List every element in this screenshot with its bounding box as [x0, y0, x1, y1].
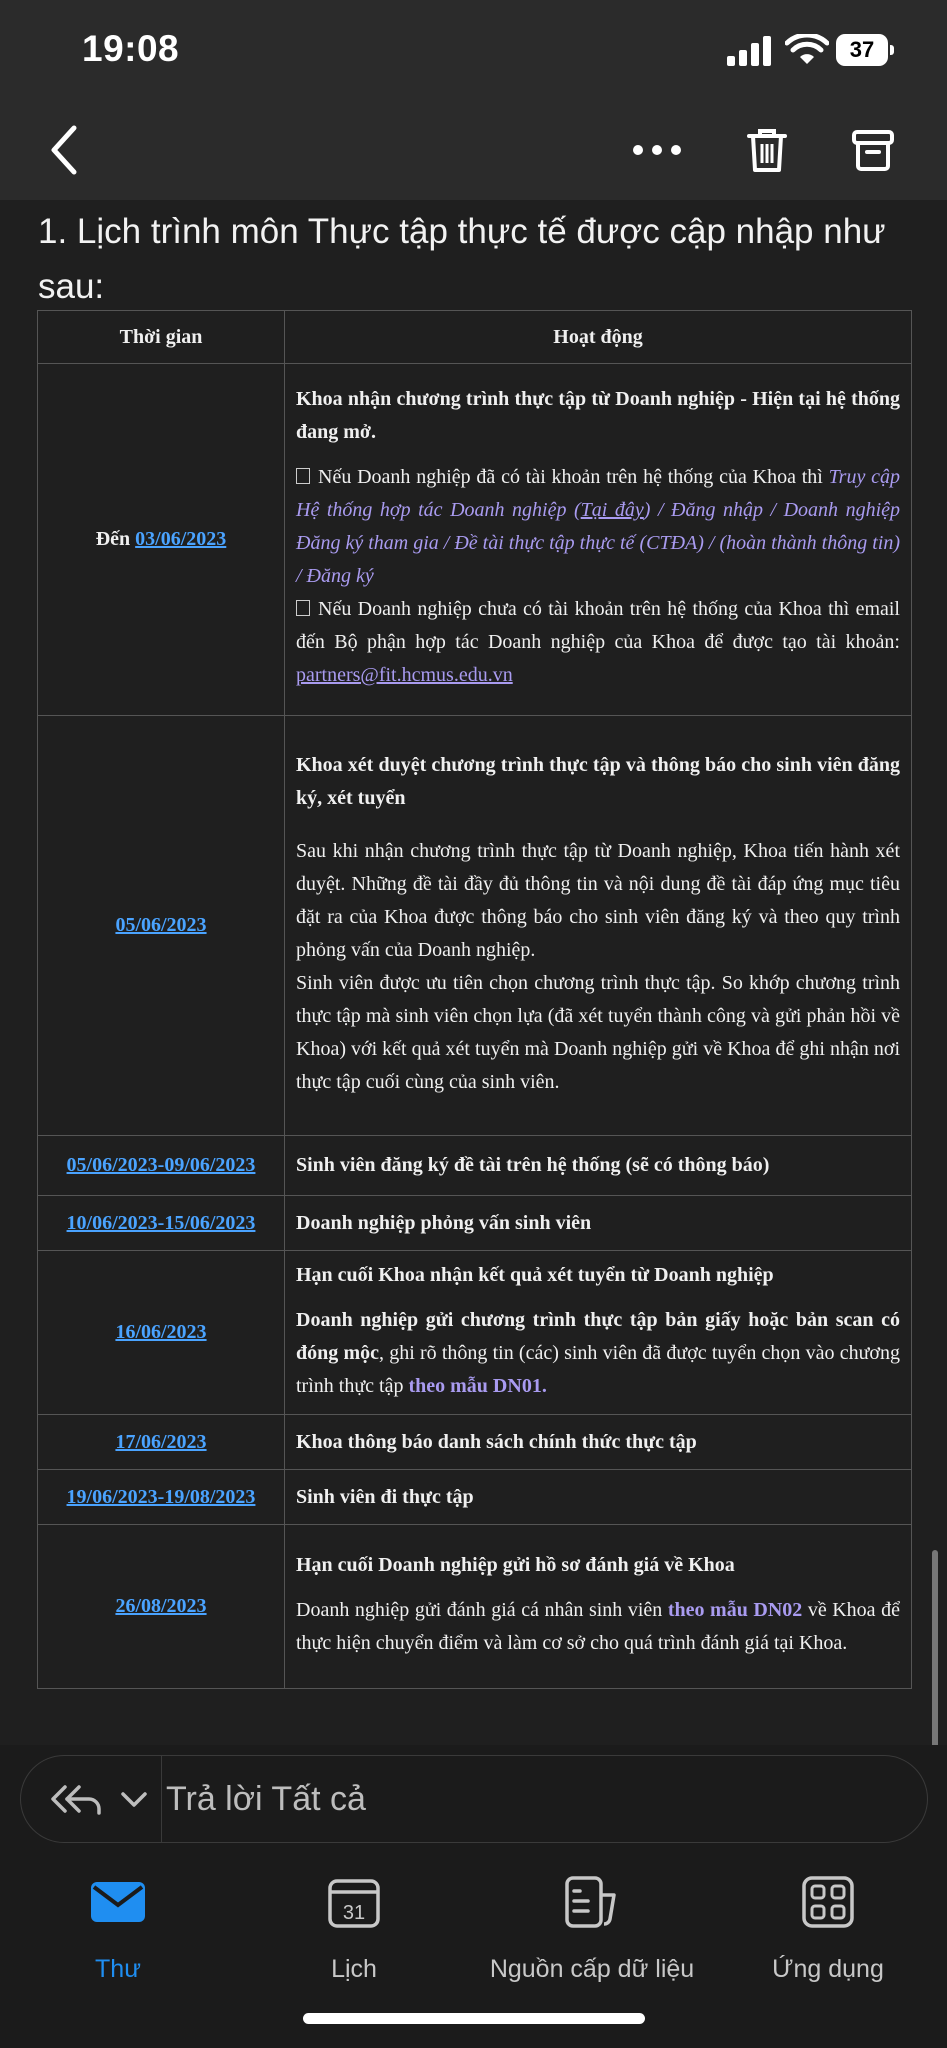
- reply-options-button[interactable]: [41, 1756, 162, 1842]
- archive-icon: [852, 130, 894, 171]
- calendar-icon: 31: [328, 1879, 380, 1928]
- tab-mail[interactable]: Thư: [18, 1875, 218, 1995]
- cellular-signal-icon: [727, 36, 771, 66]
- table-row: Đến 03/06/2023 Khoa nhận chương trình th…: [37, 363, 912, 716]
- schedule-table: Thời gian Hoạt động Đến 03/06/2023 Khoa …: [37, 310, 912, 1689]
- more-dots-icon: [633, 145, 681, 155]
- date-cell: 05/06/2023-09/06/2023: [37, 1135, 285, 1196]
- activity-cell: Khoa xét duyệt chương trình thực tập và …: [284, 715, 912, 1136]
- activity-title: Sinh viên đi thực tập: [296, 1485, 474, 1508]
- activity-paragraph: Sau khi nhận chương trình thực tập từ Do…: [296, 839, 900, 961]
- battery-icon: 37: [836, 34, 896, 66]
- table-row: 19/06/2023-19/08/2023 Sinh viên đi thực …: [37, 1469, 912, 1525]
- svg-text:31: 31: [343, 1902, 365, 1924]
- tab-feed[interactable]: Nguồn cấp dữ liệu: [490, 1875, 694, 1995]
- template-link[interactable]: theo mẫu DN01.: [408, 1375, 546, 1397]
- date-link[interactable]: 10/06/2023-15/06/2023: [67, 1212, 256, 1234]
- back-button[interactable]: [34, 100, 94, 200]
- body-text: Doanh nghiệp gửi đánh giá cá nhân sinh v…: [296, 1599, 668, 1621]
- apps-icon: [802, 1876, 854, 1928]
- date-cell: 19/06/2023-19/08/2023: [37, 1469, 285, 1525]
- table-row: 05/06/2023-09/06/2023 Sinh viên đăng ký …: [37, 1135, 912, 1196]
- tab-label: Thư: [95, 1955, 141, 1983]
- header-activity: Hoạt động: [284, 310, 912, 364]
- header-time: Thời gian: [37, 310, 285, 364]
- mail-toolbar: [0, 100, 947, 200]
- date-link[interactable]: 26/08/2023: [115, 1595, 206, 1617]
- bottom-area: Trả lời Tất cả Thư 31 Lịch Nguồn cấp dữ …: [0, 1745, 947, 2048]
- activity-cell: Khoa nhận chương trình thực tập từ Doanh…: [284, 363, 912, 716]
- activity-title: Doanh nghiệp phỏng vấn sinh viên: [296, 1211, 592, 1234]
- date-link[interactable]: 19/06/2023-19/08/2023: [67, 1486, 256, 1508]
- date-prefix: Đến: [95, 528, 136, 550]
- template-link[interactable]: theo mẫu DN02: [668, 1599, 802, 1621]
- wifi-icon: [785, 34, 829, 64]
- scrollbar[interactable]: [932, 1550, 938, 1745]
- activity-cell: Sinh viên đăng ký đề tài trên hệ thống (…: [284, 1135, 912, 1196]
- checkbox-glyph-icon: [296, 600, 310, 616]
- checkbox-glyph-icon: [296, 468, 310, 484]
- body-text: , ghi rõ thông tin (các) sinh viên đã đư…: [296, 1341, 900, 1397]
- here-link[interactable]: Tại đây: [581, 499, 644, 521]
- activity-cell: Doanh nghiệp phỏng vấn sinh viên: [284, 1195, 912, 1251]
- date-cell: 10/06/2023-15/06/2023: [37, 1195, 285, 1251]
- activity-cell: Khoa thông báo danh sách chính thức thực…: [284, 1414, 912, 1470]
- reply-all-icon: [51, 1785, 101, 1815]
- activity-title: Khoa xét duyệt chương trình thực tập và …: [296, 753, 900, 809]
- date-cell: 05/06/2023: [37, 715, 285, 1136]
- activity-cell: Hạn cuối Doanh nghiệp gửi hồ sơ đánh giá…: [284, 1524, 912, 1689]
- table-row: 10/06/2023-15/06/2023 Doanh nghiệp phỏng…: [37, 1195, 912, 1251]
- activity-paragraph: Sinh viên được ưu tiên chọn chương trình…: [296, 971, 900, 1093]
- tab-label: Ứng dụng: [772, 1955, 884, 1983]
- chevron-left-icon: [51, 125, 77, 175]
- table-header-row: Thời gian Hoạt động: [37, 310, 912, 364]
- activity-title: Hạn cuối Khoa nhận kết quả xét tuyển từ …: [296, 1263, 774, 1286]
- email-body: 1. Lịch trình môn Thực tập thực tế được …: [0, 200, 947, 1745]
- email-link[interactable]: partners@fit.hcmus.edu.vn: [296, 664, 513, 686]
- intro-heading: 1. Lịch trình môn Thực tập thực tế được …: [38, 212, 886, 306]
- reply-all-bar[interactable]: Trả lời Tất cả: [20, 1755, 928, 1843]
- activity-title: Khoa thông báo danh sách chính thức thực…: [296, 1430, 697, 1453]
- date-cell: 17/06/2023: [37, 1414, 285, 1470]
- more-button[interactable]: [627, 100, 687, 200]
- date-link[interactable]: 16/06/2023: [115, 1321, 206, 1343]
- activity-title: Sinh viên đăng ký đề tài trên hệ thống (…: [296, 1154, 770, 1176]
- activity-paragraph: Doanh nghiệp gửi đánh giá cá nhân sinh v…: [296, 1594, 900, 1660]
- tab-label: Lịch: [331, 1955, 377, 1983]
- date-link[interactable]: 03/06/2023: [135, 528, 226, 550]
- activity-title: Hạn cuối Doanh nghiệp gửi hồ sơ đánh giá…: [296, 1554, 735, 1576]
- mail-icon: [91, 1882, 145, 1922]
- trash-icon: [747, 129, 787, 172]
- status-bar: 19:08 37: [0, 0, 947, 100]
- tab-label: Nguồn cấp dữ liệu: [489, 1955, 695, 1983]
- activity-cell: Sinh viên đi thực tập: [284, 1469, 912, 1525]
- bullet-paragraph: Nếu Doanh nghiệp chưa có tài khoản trên …: [296, 593, 900, 692]
- date-cell: Đến 03/06/2023: [37, 363, 285, 716]
- reply-all-label[interactable]: Trả lời Tất cả: [166, 1756, 366, 1842]
- table-row: 26/08/2023 Hạn cuối Doanh nghiệp gửi hồ …: [37, 1524, 912, 1689]
- status-time: 19:08: [82, 28, 180, 69]
- tab-calendar[interactable]: 31 Lịch: [254, 1875, 454, 1995]
- table-row: 17/06/2023 Khoa thông báo danh sách chín…: [37, 1414, 912, 1470]
- tab-apps[interactable]: Ứng dụng: [728, 1875, 928, 1995]
- bullet-text: Nếu Doanh nghiệp đã có tài khoản trên hệ…: [318, 466, 823, 488]
- date-link[interactable]: 17/06/2023: [115, 1431, 206, 1453]
- bullet-paragraph: Nếu Doanh nghiệp đã có tài khoản trên hệ…: [296, 461, 900, 593]
- date-cell: 16/06/2023: [37, 1250, 285, 1415]
- date-link[interactable]: 05/06/2023-09/06/2023: [67, 1154, 256, 1176]
- chevron-down-icon: [121, 1792, 147, 1807]
- activity-paragraph: Doanh nghiệp gửi chương trình thực tập b…: [296, 1304, 900, 1403]
- home-indicator[interactable]: [303, 2013, 645, 2024]
- activity-cell: Hạn cuối Khoa nhận kết quả xét tuyển từ …: [284, 1250, 912, 1415]
- delete-button[interactable]: [737, 100, 797, 200]
- archive-button[interactable]: [843, 100, 903, 200]
- activity-title: Khoa nhận chương trình thực tập từ Doanh…: [296, 388, 900, 443]
- table-row: 05/06/2023 Khoa xét duyệt chương trình t…: [37, 715, 912, 1136]
- date-link[interactable]: 05/06/2023: [115, 914, 206, 936]
- feed-icon: [565, 1876, 616, 1928]
- table-row: 16/06/2023 Hạn cuối Khoa nhận kết quả xé…: [37, 1250, 912, 1415]
- date-cell: 26/08/2023: [37, 1524, 285, 1689]
- battery-level: 37: [836, 34, 888, 66]
- bullet-text: Nếu Doanh nghiệp chưa có tài khoản trên …: [296, 598, 900, 653]
